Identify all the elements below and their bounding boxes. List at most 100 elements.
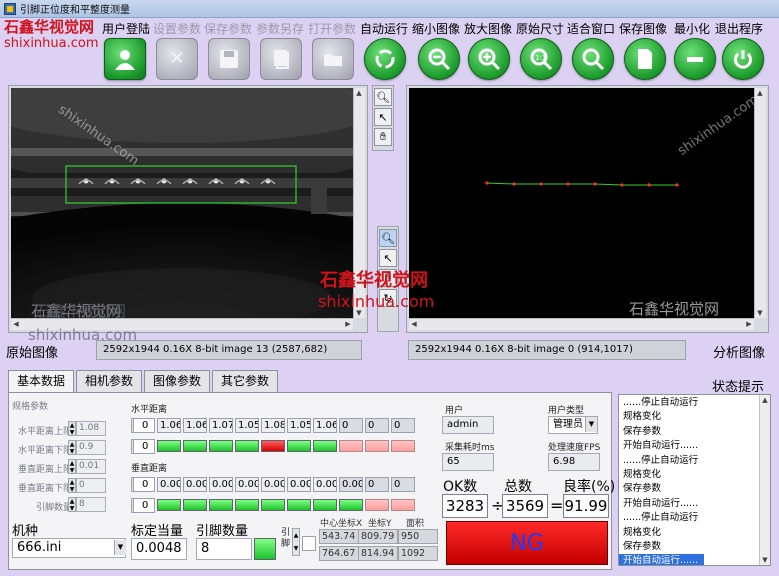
- scroll-down-icon[interactable]: ▼: [354, 308, 364, 318]
- right-horizontal-scrollbar[interactable]: ◀ ▶: [409, 318, 754, 330]
- save-as-button[interactable]: [260, 38, 302, 80]
- minimize-button[interactable]: [674, 38, 716, 80]
- zoom-out-button[interactable]: [418, 38, 460, 80]
- scroll-down-icon[interactable]: ▼: [755, 308, 765, 318]
- array-cell: 0: [391, 477, 415, 492]
- horizontal-led-index[interactable]: 0: [133, 439, 155, 454]
- zoom-tool[interactable]: 🔍︎: [374, 88, 392, 106]
- spec-h-lower-input[interactable]: 0.9: [76, 440, 106, 455]
- auto-run-button[interactable]: [364, 38, 406, 80]
- zoom-1to1-icon: 1:1: [530, 48, 553, 71]
- menu-auto-run[interactable]: 自动运行: [360, 20, 408, 37]
- log-line[interactable]: ......停止自动运行: [619, 512, 698, 523]
- zoom-in-button[interactable]: [468, 38, 510, 80]
- menu-open-params[interactable]: 打开参数: [308, 20, 356, 37]
- spin-icon[interactable]: ▲▼: [68, 478, 76, 493]
- scroll-down-icon[interactable]: ▼: [760, 555, 770, 565]
- model-select[interactable]: 666.ini: [12, 538, 126, 558]
- save-params-button[interactable]: [208, 38, 250, 80]
- zoom-out-icon: [428, 48, 451, 71]
- log-line[interactable]: 保存参数: [619, 426, 661, 437]
- spec-title: 规格参数: [12, 402, 49, 412]
- open-params-button[interactable]: [312, 38, 354, 80]
- pointer-tool[interactable]: ↖: [379, 249, 397, 267]
- vertical-index[interactable]: 0: [133, 477, 155, 492]
- spin-icon[interactable]: ▲▼: [68, 459, 76, 474]
- svg-text:1:1: 1:1: [535, 54, 546, 62]
- pin-table-index[interactable]: [302, 536, 316, 551]
- tab-camera-params[interactable]: 相机参数: [76, 370, 143, 392]
- menu-minimize[interactable]: 最小化: [674, 20, 710, 37]
- log-line[interactable]: ......停止自动运行: [619, 455, 698, 466]
- menu-login[interactable]: 用户登陆: [102, 20, 150, 37]
- recycle-icon: [375, 49, 395, 69]
- scroll-up-icon[interactable]: ▲: [354, 88, 364, 98]
- spec-pin-count-input[interactable]: 8: [76, 497, 106, 512]
- zoom-tool[interactable]: 🔍︎: [379, 229, 397, 247]
- tab-other-params[interactable]: 其它参数: [212, 370, 279, 392]
- rotate-tool[interactable]: ↻: [379, 289, 397, 307]
- log-line[interactable]: ......停止自动运行: [619, 397, 698, 408]
- log-line[interactable]: 开始自动运行......: [619, 498, 698, 509]
- array-cell: 0.007: [235, 477, 259, 492]
- array-cell: 1.065: [157, 418, 181, 433]
- scroll-up-icon[interactable]: ▲: [755, 88, 765, 98]
- tab-basic-data[interactable]: 基本数据: [8, 370, 75, 393]
- login-button[interactable]: [104, 38, 146, 80]
- right-vertical-scrollbar[interactable]: ▲ ▼: [754, 88, 766, 318]
- menu-zoom-out[interactable]: 缩小图像: [412, 20, 460, 37]
- menu-zoom-in[interactable]: 放大图像: [464, 20, 512, 37]
- save-image-button[interactable]: [624, 38, 666, 80]
- log-scrollbar[interactable]: ▲ ▼: [759, 395, 770, 565]
- scroll-left-icon[interactable]: ◀: [409, 319, 419, 329]
- tab-image-params[interactable]: 图像参数: [144, 370, 211, 392]
- spec-v-lower-input[interactable]: 0: [76, 478, 106, 493]
- rotate-icon: ↻: [383, 291, 393, 305]
- pointer-tool[interactable]: ↖: [374, 108, 392, 126]
- log-line[interactable]: 规格变化: [619, 411, 661, 422]
- analysis-image-view[interactable]: 石鑫华视觉网 shixinhua.com: [409, 88, 754, 318]
- user-label: 用户: [445, 406, 464, 416]
- chevron-down-icon[interactable]: ▼: [114, 540, 126, 555]
- menu-save-as[interactable]: 参数另存: [256, 20, 304, 37]
- menu-settings[interactable]: 设置参数: [153, 20, 201, 37]
- original-size-button[interactable]: 1:1: [520, 38, 562, 80]
- log-line[interactable]: 开始自动运行......: [619, 554, 705, 565]
- log-line[interactable]: 保存参数: [619, 541, 661, 552]
- fit-window-button[interactable]: [572, 38, 614, 80]
- spec-h-upper-input[interactable]: 1.08: [76, 421, 106, 436]
- horizontal-index[interactable]: 0: [133, 418, 155, 433]
- array-cell: 0.002: [261, 477, 285, 492]
- spin-icon[interactable]: ▲▼: [68, 421, 76, 436]
- spin-icon[interactable]: ▲▼: [68, 440, 76, 455]
- spec-v-upper-input[interactable]: 0.01: [76, 459, 106, 474]
- menu-fit-window[interactable]: 适合窗口: [567, 20, 615, 37]
- ok-count-value: 3283: [442, 494, 488, 518]
- menu-save-params[interactable]: 保存参数: [204, 20, 252, 37]
- menu-original-size[interactable]: 原始尺寸: [516, 20, 564, 37]
- arrow-pointer-icon: ↖: [378, 110, 388, 124]
- settings-button[interactable]: ✕: [156, 38, 198, 80]
- log-line[interactable]: 保存参数: [619, 483, 661, 494]
- chevron-down-icon[interactable]: ▼: [585, 417, 597, 432]
- log-line[interactable]: 开始自动运行......: [619, 440, 698, 451]
- exit-button[interactable]: [722, 38, 764, 80]
- pan-tool[interactable]: ✋︎: [374, 128, 392, 146]
- log-line[interactable]: 规格变化: [619, 469, 661, 480]
- scroll-up-icon[interactable]: ▲: [760, 395, 770, 405]
- menu-exit[interactable]: 退出程序: [715, 20, 763, 37]
- left-horizontal-scrollbar[interactable]: ◀ ▶: [11, 318, 353, 330]
- scroll-right-icon[interactable]: ▶: [744, 319, 754, 329]
- menu-save-image[interactable]: 保存图像: [619, 20, 667, 37]
- spin-icon[interactable]: ▲▼: [68, 497, 76, 512]
- spin-icon[interactable]: ▲▼: [292, 528, 300, 556]
- original-image-view[interactable]: 石鑫华视觉网 shixinhua.com: [11, 88, 353, 318]
- left-vertical-scrollbar[interactable]: ▲ ▼: [353, 88, 365, 318]
- log-line[interactable]: 规格变化: [619, 527, 661, 538]
- status-log[interactable]: ......停止自动运行 规格变化 保存参数 开始自动运行...... ......停止…: [618, 394, 771, 566]
- scroll-right-icon[interactable]: ▶: [343, 319, 353, 329]
- vertical-led-index[interactable]: 0: [133, 498, 155, 513]
- app-icon: [4, 2, 16, 15]
- scroll-left-icon[interactable]: ◀: [11, 319, 21, 329]
- pan-tool[interactable]: ✋︎: [379, 269, 397, 287]
